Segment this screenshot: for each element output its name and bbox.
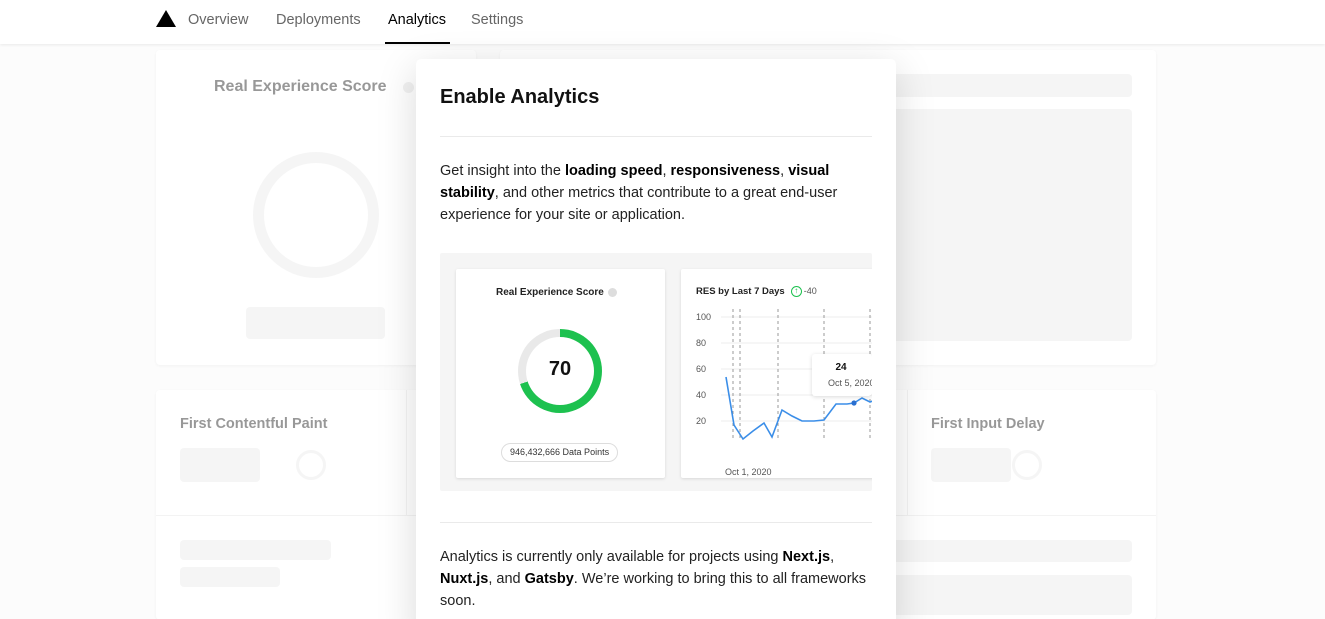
tab-settings[interactable]: Settings <box>471 12 523 28</box>
enable-analytics-modal: Enable Analytics Get insight into the lo… <box>416 59 896 619</box>
preview-score-title-text: Real Experience Score <box>496 287 604 298</box>
modal-intro: Get insight into the loading speed, resp… <box>440 160 872 226</box>
divider <box>440 136 872 137</box>
tooltip-date: Oct 5, 2020 <box>828 378 872 388</box>
preview-score-gauge: 70 <box>518 329 602 413</box>
preview-score-title: Real Experience Score <box>496 287 617 298</box>
preview-chart-tooltip: 24 Oct 5, 2020 <box>812 354 872 396</box>
intro-text: Get insight into the <box>440 163 565 179</box>
preview-chart-card: RES by Last 7 Days↑-40 100 80 60 40 20 <box>681 269 872 478</box>
tab-overview[interactable]: Overview <box>188 12 248 28</box>
note-bold-gatsby: Gatsby <box>524 571 574 587</box>
intro-text: , <box>662 163 671 179</box>
preview-data-points: 946,432,666 Data Points <box>501 443 619 462</box>
vercel-logo-icon[interactable] <box>156 10 176 27</box>
divider <box>440 522 872 523</box>
info-icon <box>607 287 617 297</box>
intro-text: , and other metrics that contribute to a… <box>440 185 838 223</box>
modal-note: Analytics is currently only available fo… <box>440 546 872 612</box>
top-nav: Overview Deployments Analytics Settings <box>0 0 1325 44</box>
intro-bold-responsiveness: responsiveness <box>670 163 781 179</box>
intro-text: , <box>780 163 789 179</box>
tab-deployments[interactable]: Deployments <box>276 12 361 28</box>
tooltip-value: 24 <box>835 362 847 373</box>
x-axis-label: Oct 1, 2020 <box>725 467 772 477</box>
preview-score-value: 70 <box>548 358 572 380</box>
note-text: , <box>830 549 835 565</box>
note-bold-nextjs: Next.js <box>782 549 831 565</box>
active-tab-indicator <box>385 42 450 44</box>
analytics-preview-image: Real Experience Score 70 946,432,666 Dat… <box>440 253 872 491</box>
note-text: , and <box>488 571 525 587</box>
note-text: Analytics is currently only available fo… <box>440 549 783 565</box>
note-bold-nuxtjs: Nuxt.js <box>440 571 489 587</box>
intro-bold-loading-speed: loading speed <box>564 163 663 179</box>
modal-title: Enable Analytics <box>440 86 600 108</box>
preview-score-card: Real Experience Score 70 946,432,666 Dat… <box>456 269 665 478</box>
tab-analytics[interactable]: Analytics <box>388 12 446 28</box>
